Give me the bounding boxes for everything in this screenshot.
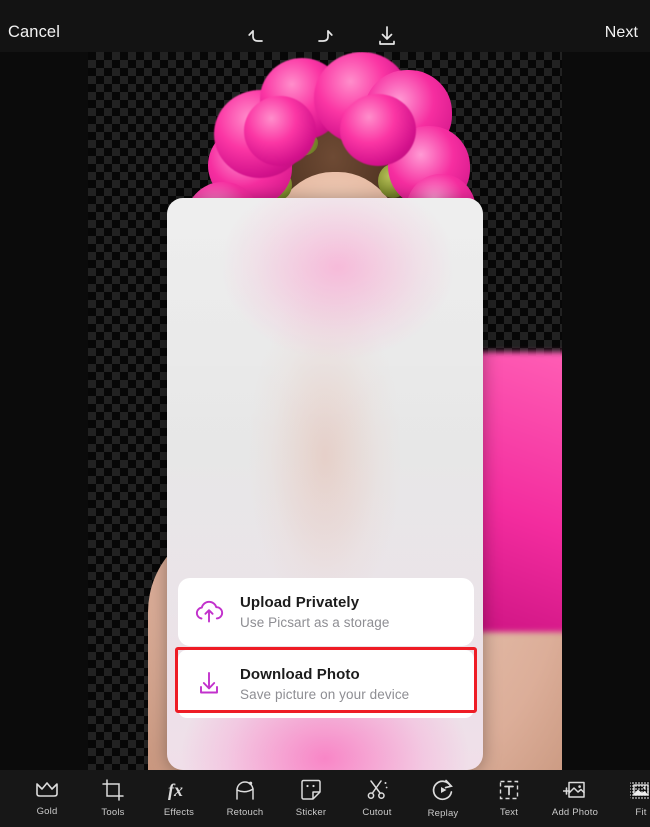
redo-icon[interactable] [308, 22, 336, 50]
tool-replay[interactable]: Replay [410, 770, 476, 827]
option-title: Download Photo [240, 666, 360, 683]
tool-label: Replay [427, 808, 459, 819]
fit-icon [630, 781, 650, 799]
add-photo-icon [563, 781, 585, 798]
tool-label: Effects [163, 807, 195, 818]
download-icon[interactable] [373, 22, 401, 50]
svg-text:fx: fx [168, 780, 183, 800]
crop-icon [102, 779, 124, 801]
tool-sticker[interactable]: Sticker [278, 770, 344, 827]
undo-icon[interactable] [245, 22, 273, 50]
tool-retouch[interactable]: Retouch [212, 770, 278, 827]
option-subtitle: Save picture on your device [240, 687, 410, 702]
download-arrow-icon [178, 650, 240, 718]
download-photo-option[interactable]: Download Photo Save picture on your devi… [178, 650, 474, 718]
tool-label: Gold [36, 806, 58, 817]
crown-icon [36, 782, 58, 797]
option-subtitle: Use Picsart as a storage [240, 615, 390, 630]
tool-label: Text [499, 807, 519, 818]
tool-label: Retouch [226, 807, 264, 818]
tool-effects[interactable]: fx Effects [146, 770, 212, 827]
fx-icon: fx [168, 780, 183, 800]
tool-fit[interactable]: Fit [608, 770, 650, 827]
option-title: Upload Privately [240, 594, 360, 611]
sticker-icon [301, 779, 321, 800]
tool-label: Fit [635, 807, 647, 818]
tool-label: Sticker [295, 807, 327, 818]
bottom-toolbar: Gold Tools fx Effects Retouch Sticker Cu… [0, 770, 650, 827]
tool-label: Add Photo [551, 807, 599, 818]
next-button[interactable]: Next [605, 25, 638, 41]
tool-label: Cutout [362, 807, 392, 818]
scissors-icon [367, 780, 388, 799]
photo-flower [340, 94, 416, 166]
cloud-upload-icon [178, 578, 240, 646]
tool-label: Tools [101, 807, 125, 818]
cancel-button[interactable]: Cancel [8, 24, 60, 41]
photo-flower [244, 96, 316, 166]
top-toolbar: Cancel Next [0, 0, 650, 52]
replay-icon [432, 779, 453, 801]
upload-privately-option[interactable]: Upload Privately Use Picsart as a storag… [178, 578, 474, 646]
tool-tools[interactable]: Tools [80, 770, 146, 827]
face-icon [236, 781, 254, 800]
tool-add-photo[interactable]: Add Photo [542, 770, 608, 827]
text-icon [499, 780, 519, 800]
tool-text[interactable]: Text [476, 770, 542, 827]
tool-cutout[interactable]: Cutout [344, 770, 410, 827]
tool-gold[interactable]: Gold [14, 770, 80, 827]
